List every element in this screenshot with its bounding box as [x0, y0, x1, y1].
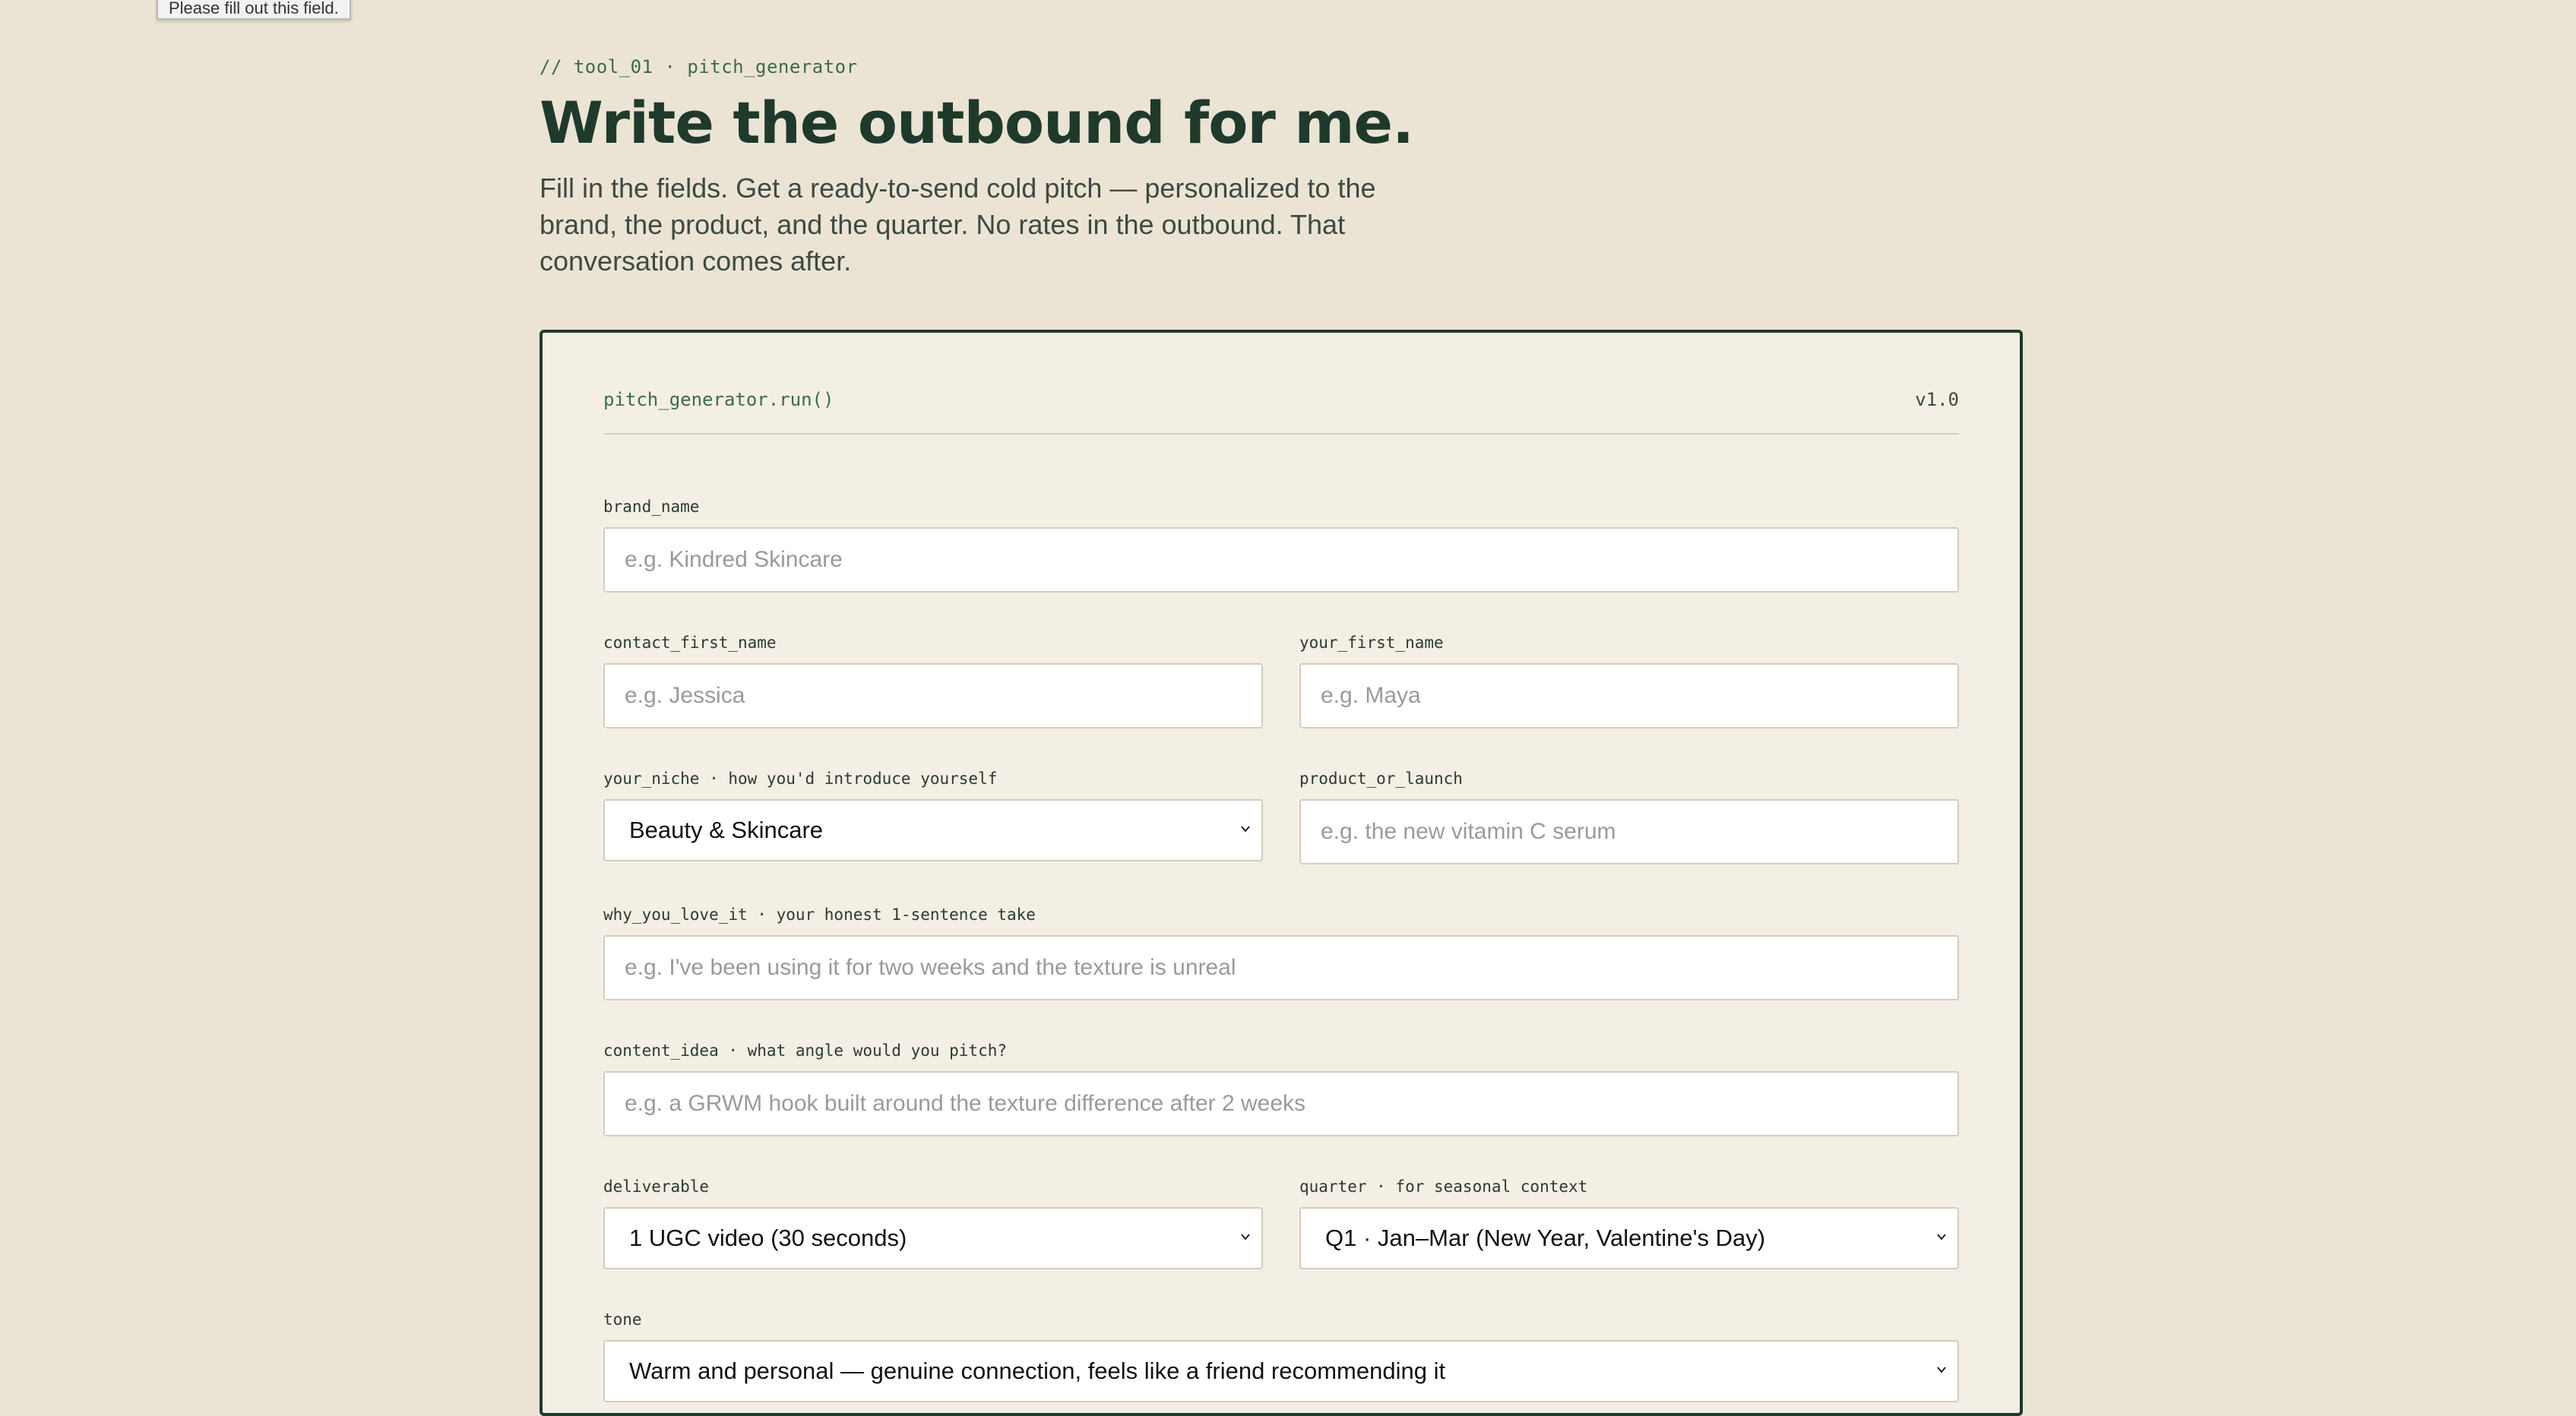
quarter-value: Q1 · Jan–Mar (New Year, Valentine's Day)	[1325, 1225, 1766, 1251]
tone-label: tone	[603, 1310, 642, 1329]
product-or-launch-input[interactable]	[1299, 799, 1959, 864]
deliverable-select[interactable]: 1 UGC video (30 seconds)	[603, 1207, 1263, 1269]
why-you-love-it-input[interactable]	[603, 935, 1959, 1000]
chevron-down-icon	[1936, 1231, 1947, 1242]
pitch-generator-form: pitch_generator.run() v1.0 brand_name co…	[540, 330, 2023, 1416]
quarter-select[interactable]: Q1 · Jan–Mar (New Year, Valentine's Day)	[1299, 1207, 1959, 1269]
chevron-down-icon	[1240, 823, 1251, 834]
your-niche-value: Beauty & Skincare	[629, 817, 824, 843]
brand-name-label: brand_name	[603, 498, 700, 516]
version-badge: v1.0	[1915, 389, 1959, 410]
contact-first-name-label: contact_first_name	[603, 634, 777, 652]
tone-value: Warm and personal — genuine connection, …	[629, 1358, 1446, 1384]
brand-name-input[interactable]	[603, 527, 1959, 593]
page-kicker: // tool_01 · pitch_generator	[540, 56, 858, 77]
page-intro: Fill in the fields. Get a ready-to-send …	[540, 172, 1376, 277]
your-first-name-label: your_first_name	[1299, 634, 1444, 652]
content-idea-label: content_idea · what angle would you pitc…	[603, 1041, 1008, 1060]
your-niche-label: your_niche · how you'd introduce yoursel…	[603, 770, 998, 788]
why-you-love-it-label: why_you_love_it · your honest 1-sentence…	[603, 906, 1036, 924]
contact-first-name-input[interactable]	[603, 663, 1263, 729]
quarter-label: quarter · for seasonal context	[1299, 1177, 1588, 1196]
your-first-name-input[interactable]	[1299, 663, 1959, 729]
validation-tooltip: Please fill out this field.	[157, 0, 351, 20]
deliverable-label: deliverable	[603, 1177, 710, 1196]
product-or-launch-label: product_or_launch	[1299, 770, 1463, 788]
tone-select[interactable]: Warm and personal — genuine connection, …	[603, 1340, 1959, 1402]
page-title: Write the outbound for me.	[540, 89, 1414, 156]
deliverable-value: 1 UGC video (30 seconds)	[629, 1225, 907, 1251]
form-title: pitch_generator.run()	[603, 389, 834, 410]
content-idea-input[interactable]	[603, 1071, 1959, 1136]
your-niche-select[interactable]: Beauty & Skincare	[603, 799, 1263, 861]
chevron-down-icon	[1240, 1231, 1251, 1242]
chevron-down-icon	[1936, 1364, 1947, 1375]
form-header: pitch_generator.run() v1.0	[603, 389, 1959, 435]
